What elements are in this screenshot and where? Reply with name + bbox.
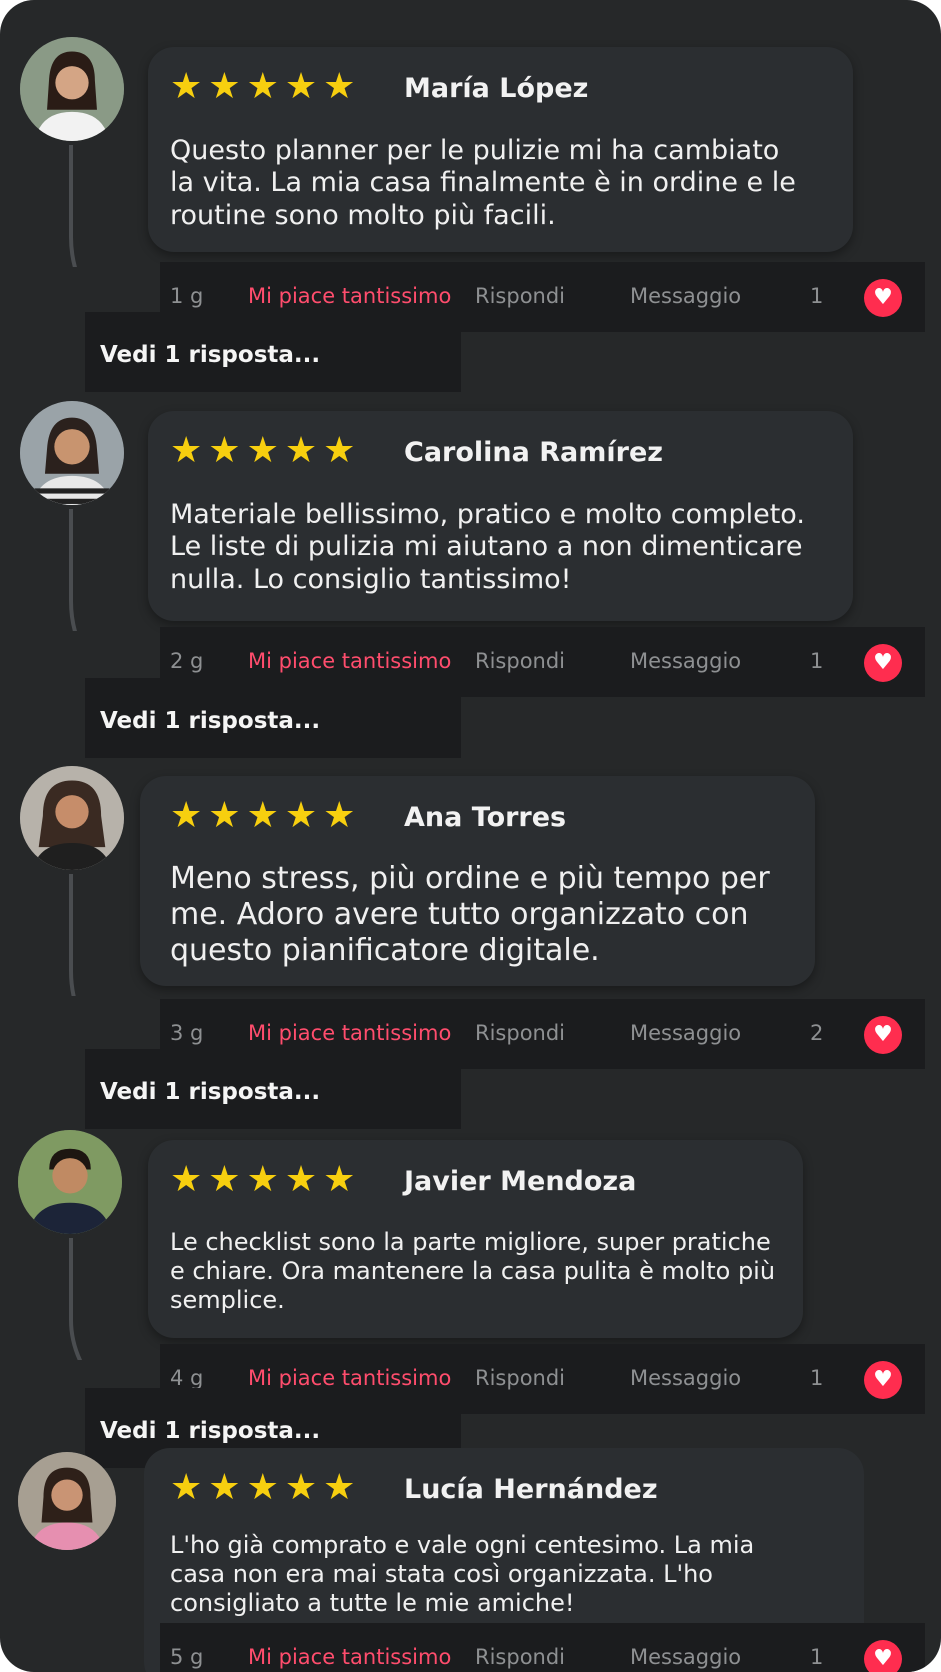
like-button[interactable]: Mi piace tantissimo [248,284,451,308]
like-count: 2 [810,1021,824,1045]
view-replies-link[interactable]: Vedi 1 risposta... [85,1049,461,1129]
reviewer-name[interactable]: Javier Mendoza [404,1166,636,1197]
avatar[interactable] [20,37,124,141]
star-icon: ★ [170,430,203,471]
star-icon: ★ [246,1159,279,1200]
comment-bubble: ★ ★ ★ ★ ★ Ana Torres Meno stress, più or… [140,776,815,986]
message-button[interactable]: Messaggio [630,284,741,308]
view-replies-label: Vedi 1 risposta... [100,1079,321,1105]
review-text: Materiale bellissimo, pratico e molto co… [170,499,805,595]
review-text: L'ho già comprato e vale ogni centesimo.… [170,1531,755,1617]
star-icon: ★ [208,1467,241,1508]
reply-button[interactable]: Rispondi [475,284,565,308]
star-icon: ★ [246,430,279,471]
view-replies-label: Vedi 1 risposta... [100,342,321,368]
like-button[interactable]: Mi piace tantissimo [248,1366,451,1390]
star-icon: ★ [246,66,279,107]
timestamp: 1 g [170,284,204,308]
timestamp: 2 g [170,649,204,673]
rating-stars: ★ ★ ★ ★ ★ [170,1162,355,1198]
star-icon: ★ [323,430,356,471]
comment-bubble: ★ ★ ★ ★ ★ Carolina Ramírez Materiale bel… [148,411,853,621]
star-icon: ★ [208,795,241,836]
message-button[interactable]: Messaggio [630,1645,741,1669]
like-count: 1 [810,1645,824,1669]
heart-icon[interactable]: ♥ [864,1361,902,1399]
rating-stars: ★ ★ ★ ★ ★ [170,433,355,469]
star-icon: ★ [208,66,241,107]
review-text: Meno stress, più ordine e più tempo per … [170,861,770,968]
star-icon: ★ [170,1159,203,1200]
reviewer-name[interactable]: Carolina Ramírez [404,437,663,468]
view-replies-label: Vedi 1 risposta... [100,1418,321,1444]
message-button[interactable]: Messaggio [630,649,741,673]
like-count: 1 [810,649,824,673]
avatar[interactable] [18,1130,122,1234]
timestamp: 5 g [170,1645,204,1669]
star-icon: ★ [323,66,356,107]
review-text: Questo planner per le pulizie mi ha camb… [170,135,796,231]
rating-stars: ★ ★ ★ ★ ★ [170,1470,355,1506]
avatar[interactable] [18,1452,116,1550]
reviewer-name[interactable]: Ana Torres [404,802,566,833]
heart-icon[interactable]: ♥ [864,1640,902,1672]
star-icon: ★ [284,1467,318,1508]
star-icon: ★ [246,795,279,836]
rating-stars: ★ ★ ★ ★ ★ [170,69,355,105]
star-icon: ★ [284,430,318,471]
like-count: 1 [810,1366,824,1390]
heart-icon[interactable]: ♥ [864,1016,902,1054]
view-replies-link[interactable]: Vedi 1 risposta... [85,312,461,392]
reviewer-name[interactable]: Lucía Hernández [404,1474,658,1505]
star-icon: ★ [323,795,356,836]
star-icon: ★ [284,1159,318,1200]
star-icon: ★ [246,1467,279,1508]
heart-icon[interactable]: ♥ [864,279,902,317]
star-icon: ★ [284,795,318,836]
reply-button[interactable]: Rispondi [475,649,565,673]
reply-button[interactable]: Rispondi [475,1645,565,1669]
like-count: 1 [810,284,824,308]
like-button[interactable]: Mi piace tantissimo [248,649,451,673]
star-icon: ★ [208,430,241,471]
star-icon: ★ [170,795,203,836]
like-button[interactable]: Mi piace tantissimo [248,1645,451,1669]
comment-actions: 5 g Mi piace tantissimo Rispondi Messagg… [160,1623,925,1672]
star-icon: ★ [208,1159,241,1200]
rating-stars: ★ ★ ★ ★ ★ [170,798,355,834]
avatar[interactable] [20,766,124,870]
reviewer-name[interactable]: María López [404,73,588,104]
star-icon: ★ [323,1467,356,1508]
reply-button[interactable]: Rispondi [475,1021,565,1045]
review-text: Le checklist sono la parte migliore, sup… [170,1228,776,1314]
view-replies-label: Vedi 1 risposta... [100,708,321,734]
star-icon: ★ [323,1159,356,1200]
message-button[interactable]: Messaggio [630,1366,741,1390]
star-icon: ★ [170,1467,203,1508]
reviews-feed: ★ ★ ★ ★ ★ María López Questo planner per… [0,0,941,1672]
comment-bubble: ★ ★ ★ ★ ★ María López Questo planner per… [148,47,853,252]
timestamp: 4 g [170,1366,204,1390]
view-replies-link[interactable]: Vedi 1 risposta... [85,678,461,758]
reply-button[interactable]: Rispondi [475,1366,565,1390]
timestamp: 3 g [170,1021,204,1045]
message-button[interactable]: Messaggio [630,1021,741,1045]
avatar[interactable] [20,401,124,505]
star-icon: ★ [170,66,203,107]
star-icon: ★ [284,66,318,107]
comment-bubble: ★ ★ ★ ★ ★ Javier Mendoza Le checklist so… [148,1140,803,1338]
like-button[interactable]: Mi piace tantissimo [248,1021,451,1045]
heart-icon[interactable]: ♥ [864,644,902,682]
